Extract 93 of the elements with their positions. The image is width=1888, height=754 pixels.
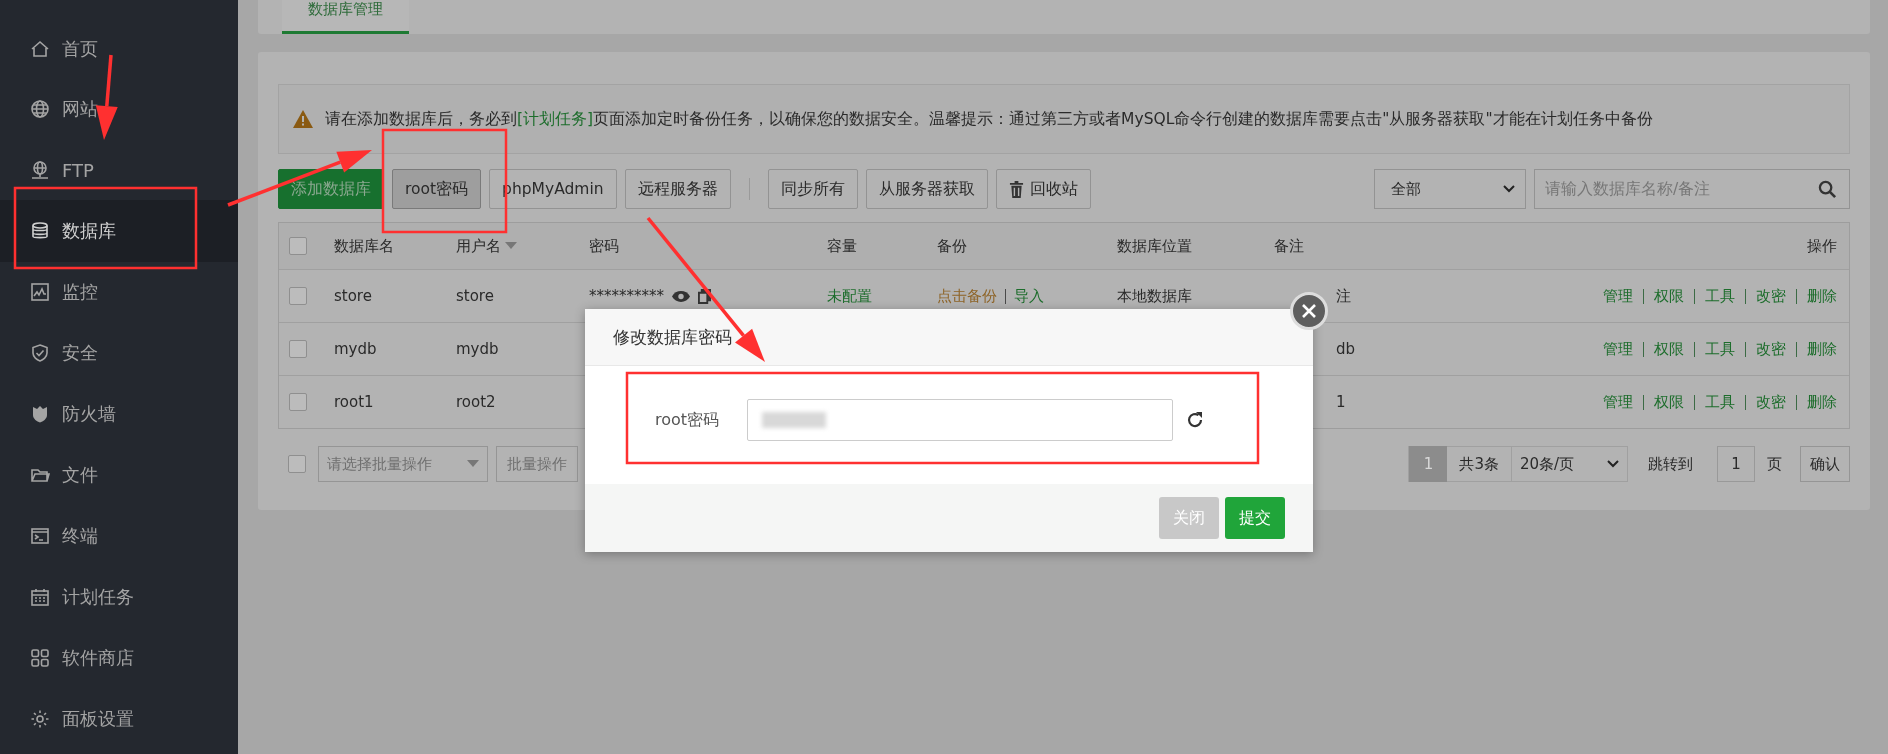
table-cell: mydb: [456, 340, 499, 358]
table-cell: store: [456, 287, 494, 305]
database-icon: [30, 221, 50, 241]
column-header[interactable]: 密码: [589, 236, 619, 256]
sidebar-item[interactable]: 首页: [0, 19, 238, 79]
calendar-icon: [30, 587, 50, 607]
action-link[interactable]: 改密: [1756, 286, 1786, 306]
sidebar-item[interactable]: FTP: [0, 139, 238, 201]
notice-text: 请在添加数据库后，务必到[计划任务]页面添加定时备份任务，以确保您的数据安全。温馨提示：通过第三方或者MySQL命令行创建的数据库需要点击"从服务器获取"才能在计划任务中备份: [325, 108, 1653, 130]
page-unit: 页: [1767, 454, 1782, 474]
checkbox[interactable]: [289, 393, 307, 411]
action-link[interactable]: 删除: [1807, 339, 1837, 359]
chevron-down-icon: [1607, 460, 1619, 468]
toolbar-button[interactable]: 同步所有: [767, 169, 858, 209]
sidebar-item[interactable]: 文件: [0, 444, 238, 506]
action-link[interactable]: 工具: [1705, 286, 1735, 306]
dialog-title: 修改数据库密码: [585, 309, 1313, 366]
table-cell: root1: [334, 393, 374, 411]
sidebar-item[interactable]: 面板设置: [0, 688, 238, 750]
filter-select[interactable]: 全部: [1374, 169, 1526, 209]
trash-icon: [1008, 180, 1024, 198]
action-link[interactable]: 工具: [1705, 392, 1735, 412]
column-header[interactable]: 数据库名: [334, 236, 394, 256]
field-label: root密码: [655, 409, 720, 431]
terminal-icon: [30, 526, 50, 546]
import-link[interactable]: 导入: [1014, 286, 1044, 306]
confirm-button[interactable]: 确认: [1800, 446, 1850, 482]
action-link[interactable]: 管理: [1603, 392, 1633, 412]
action-link[interactable]: 权限: [1654, 286, 1684, 306]
chart-icon: [30, 282, 50, 302]
sidebar-item[interactable]: 防火墙: [0, 383, 238, 445]
remark-text: 1: [1336, 393, 1346, 411]
remark-text: 注: [1336, 286, 1351, 306]
password-field[interactable]: [747, 399, 1174, 441]
blurred-value: [762, 412, 827, 428]
checkbox[interactable]: [288, 455, 306, 473]
sidebar-item[interactable]: 数据库: [0, 200, 238, 262]
close-icon: [1302, 304, 1316, 318]
column-header[interactable]: 操作: [1807, 236, 1837, 256]
remark-text: db: [1336, 340, 1356, 358]
action-link[interactable]: 删除: [1807, 392, 1837, 412]
caret-down-icon: [467, 460, 479, 468]
toolbar-button[interactable]: 远程服务器: [624, 169, 731, 209]
sidebar-item[interactable]: 监控: [0, 261, 238, 323]
tab[interactable]: 数据库管理: [282, 0, 409, 34]
shield-icon: [30, 343, 50, 363]
sidebar-item[interactable]: 计划任务: [0, 566, 238, 628]
globe-icon: [30, 99, 50, 119]
sidebar-item[interactable]: 网站: [0, 78, 238, 140]
jump-label: 跳转到: [1647, 454, 1694, 474]
search-field[interactable]: 请输入数据库名称/备注: [1534, 169, 1850, 209]
table-cell: **********: [589, 287, 664, 305]
settings-icon: [30, 709, 50, 729]
dialog-button[interactable]: 提交: [1225, 497, 1285, 539]
network-globe-icon: [30, 160, 50, 180]
page-input[interactable]: 1: [1717, 446, 1755, 482]
column-header[interactable]: 备份: [937, 236, 967, 256]
toolbar-button[interactable]: 从服务器获取: [865, 169, 988, 209]
capacity-link[interactable]: 未配置: [827, 286, 872, 306]
table-cell: root2: [456, 393, 496, 411]
sidebar-item[interactable]: 软件商店: [0, 627, 238, 689]
schedule-link[interactable]: [计划任务]: [517, 109, 594, 128]
column-header[interactable]: 用户名: [456, 236, 501, 256]
column-header[interactable]: 备注: [1274, 236, 1304, 256]
warning-icon: [293, 110, 313, 128]
table-cell: mydb: [334, 340, 377, 358]
page-size-select[interactable]: 20条/页: [1511, 446, 1627, 482]
checkbox[interactable]: [289, 287, 307, 305]
sidebar-item[interactable]: 安全: [0, 322, 238, 384]
column-header[interactable]: 容量: [827, 236, 857, 256]
table-cell: 本地数据库: [1117, 286, 1192, 306]
toolbar-button[interactable]: root密码: [392, 169, 482, 209]
action-link[interactable]: 改密: [1756, 339, 1786, 359]
sidebar-item[interactable]: 终端: [0, 505, 238, 567]
action-link[interactable]: 权限: [1654, 392, 1684, 412]
action-link[interactable]: 改密: [1756, 392, 1786, 412]
action-link[interactable]: 管理: [1603, 339, 1633, 359]
checkbox[interactable]: [289, 237, 307, 255]
toolbar-button[interactable]: 回收站: [995, 169, 1091, 209]
checkbox[interactable]: [289, 340, 307, 358]
chevron-down-icon: [1503, 185, 1515, 193]
home-icon: [30, 39, 50, 59]
copy-icon: [698, 288, 711, 304]
action-link[interactable]: 工具: [1705, 339, 1735, 359]
action-link[interactable]: 删除: [1807, 286, 1837, 306]
column-header[interactable]: 数据库位置: [1117, 236, 1192, 256]
action-link[interactable]: 权限: [1654, 339, 1684, 359]
shield-icon: [30, 404, 50, 424]
total-count: 共3条: [1458, 454, 1500, 474]
table-cell: store: [334, 287, 372, 305]
eye-icon: [672, 290, 690, 302]
action-link[interactable]: 管理: [1603, 286, 1633, 306]
apps-icon: [30, 648, 50, 668]
